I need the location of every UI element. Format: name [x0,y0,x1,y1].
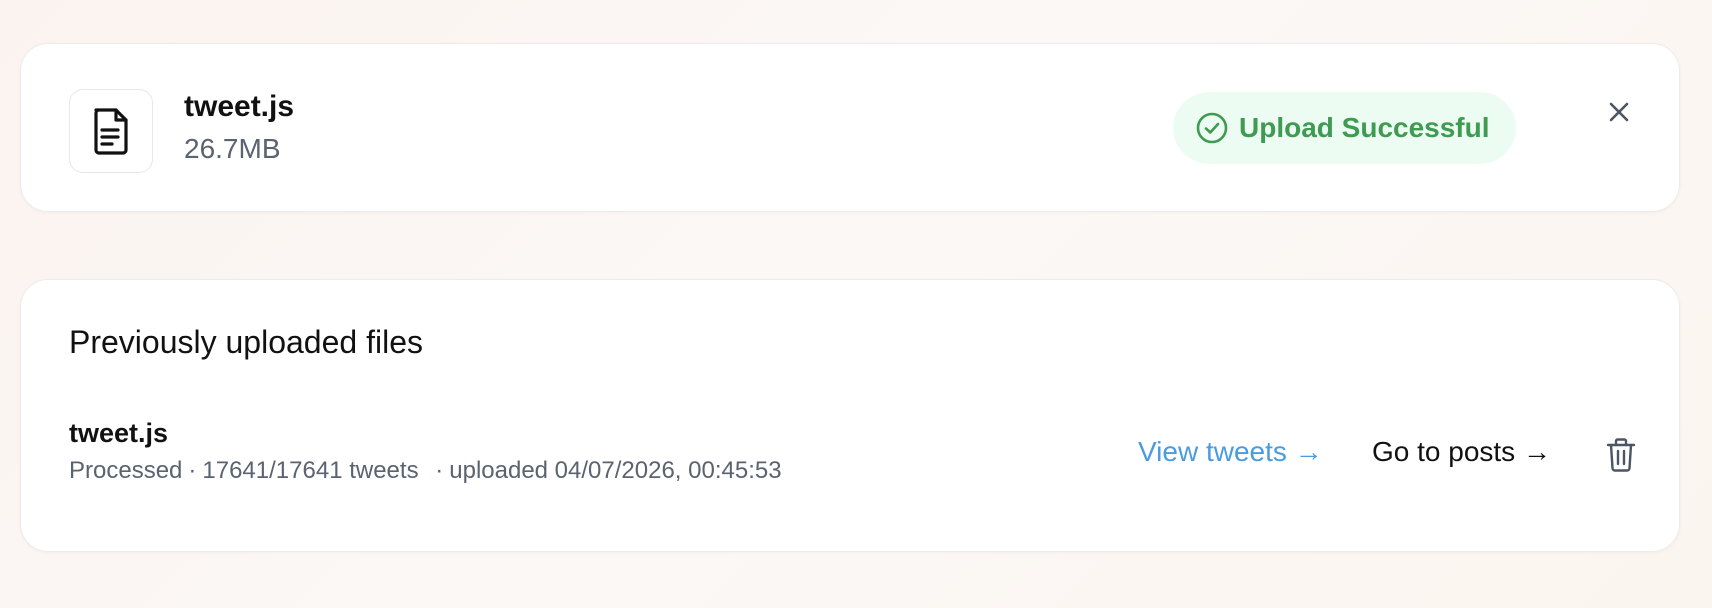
check-circle-icon [1195,111,1229,145]
upload-file-name: tweet.js [184,90,295,123]
meta-separator: · [188,457,197,484]
close-button[interactable] [1599,92,1639,132]
status-badge: Upload Successful [1173,92,1516,164]
upload-file-size: 26.7MB [184,133,281,164]
section-title: Previously uploaded files [69,324,423,360]
uploaded-timestamp: uploaded 04/07/2026, 00:45:53 [449,457,782,484]
delete-button[interactable] [1600,434,1642,476]
history-file-name: tweet.js [69,418,169,448]
view-tweets-link[interactable]: View tweets → [1138,436,1323,468]
processing-status: Processed [69,457,183,484]
go-to-posts-link[interactable]: Go to posts → [1372,436,1551,468]
upload-card: tweet.js 26.7MB Upload Successful [20,43,1680,212]
history-file-meta: Processed · 17641/17641 tweets · uploaded 0… [69,457,788,485]
meta-separator: · [435,457,444,484]
status-label: Upload Successful [1239,112,1490,143]
tweet-count: 17641/17641 tweets [202,457,419,484]
trash-icon [1606,438,1636,472]
history-card: Previously uploaded files tweet.js Proce… [20,279,1680,552]
document-icon [69,89,153,173]
close-icon [1609,102,1629,122]
